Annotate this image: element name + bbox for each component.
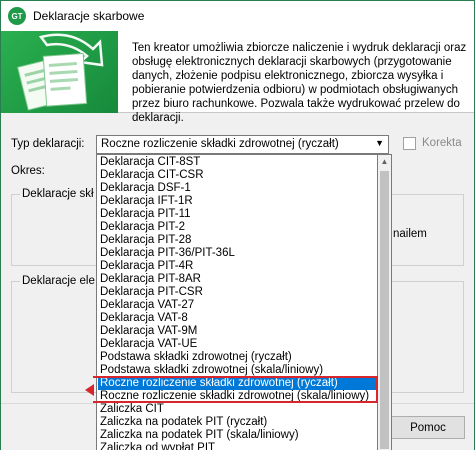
dropdown-option[interactable]: Roczne rozliczenie składki zdrowotnej (r… [98, 377, 377, 390]
period-label: Okres: [11, 165, 45, 177]
declaration-type-combobox[interactable]: Roczne rozliczenie składki zdrowotnej (r… [96, 135, 389, 154]
dropdown-option[interactable]: Deklaracja PIT-2 [98, 221, 377, 234]
title-bar: GT Deklaracje skarbowe [1, 1, 474, 31]
dropdown-option[interactable]: Zaliczka CIT [98, 403, 377, 416]
dropdown-option[interactable]: Podstawa składki zdrowotnej (skala/linio… [98, 364, 377, 377]
dropdown-option[interactable]: Zaliczka od wypłat PIT [98, 442, 377, 450]
email-option-partial-label: nailem [393, 228, 427, 240]
dropdown-option[interactable]: Deklaracja CIT-8ST [98, 156, 377, 169]
dropdown-scrollbar[interactable]: ▲ [378, 154, 392, 450]
scroll-up-arrow-icon[interactable]: ▲ [378, 155, 391, 168]
dropdown-option[interactable]: Zaliczka na podatek PIT (skala/liniowy) [98, 429, 377, 442]
declaration-type-dropdown-list[interactable]: Deklaracja CIT-8ST Deklaracja CIT-CSR Dekl… [96, 154, 378, 450]
chevron-down-icon[interactable]: ▼ [375, 138, 384, 148]
declaration-type-label: Typ deklaracji: [11, 138, 85, 150]
dropdown-option[interactable]: Deklaracja PIT-28 [98, 234, 377, 247]
dropdown-option[interactable]: Deklaracja VAT-9M [98, 325, 377, 338]
declaration-type-value: Roczne rozliczenie składki zdrowotnej (r… [101, 138, 339, 150]
dropdown-option[interactable]: Zaliczka na podatek PIT (ryczałt) [98, 416, 377, 429]
dropdown-option[interactable]: Deklaracja PIT-4R [98, 260, 377, 273]
dropdown-option[interactable]: Podstawa składki zdrowotnej (ryczałt) [98, 351, 377, 364]
window-title: Deklaracje skarbowe [33, 9, 145, 23]
tax-declarations-group-title: Deklaracje skł [20, 188, 96, 200]
dropdown-option[interactable]: Deklaracja PIT-8AR [98, 273, 377, 286]
dropdown-option[interactable]: Deklaracja IFT-1R [98, 195, 377, 208]
e-declarations-group-title: Deklaracje ele [20, 275, 97, 287]
wizard-banner: Ten kreator umożliwia zbiorcze naliczeni… [1, 31, 474, 124]
declarations-window: GT Deklaracje skarbowe Ten kreator umożl… [0, 0, 475, 450]
dropdown-option[interactable]: Deklaracja CIT-CSR [98, 169, 377, 182]
dropdown-option[interactable]: Deklaracja PIT-36/PIT-36L [98, 247, 377, 260]
documents-illustration-icon [1, 31, 118, 113]
dropdown-option[interactable]: Deklaracja DSF-1 [98, 182, 377, 195]
app-logo-icon: GT [8, 7, 26, 25]
scroll-thumb[interactable] [380, 171, 389, 449]
korekta-label: Korekta [422, 137, 462, 149]
dropdown-option[interactable]: Deklaracja VAT-UE [98, 338, 377, 351]
dropdown-option[interactable]: Deklaracja VAT-8 [98, 312, 377, 325]
korekta-checkbox[interactable] [403, 137, 416, 150]
wizard-description: Ten kreator umożliwia zbiorcze naliczeni… [132, 42, 467, 124]
dropdown-option[interactable]: Deklaracja PIT-CSR [98, 286, 377, 299]
dropdown-option[interactable]: Deklaracja PIT-11 [98, 208, 377, 221]
dropdown-option[interactable]: Roczne rozliczenie składki zdrowotnej (s… [98, 390, 377, 403]
help-button[interactable]: Pomoc [391, 416, 465, 439]
annotation-arrow-icon [85, 384, 94, 396]
dropdown-option[interactable]: Deklaracja VAT-27 [98, 299, 377, 312]
